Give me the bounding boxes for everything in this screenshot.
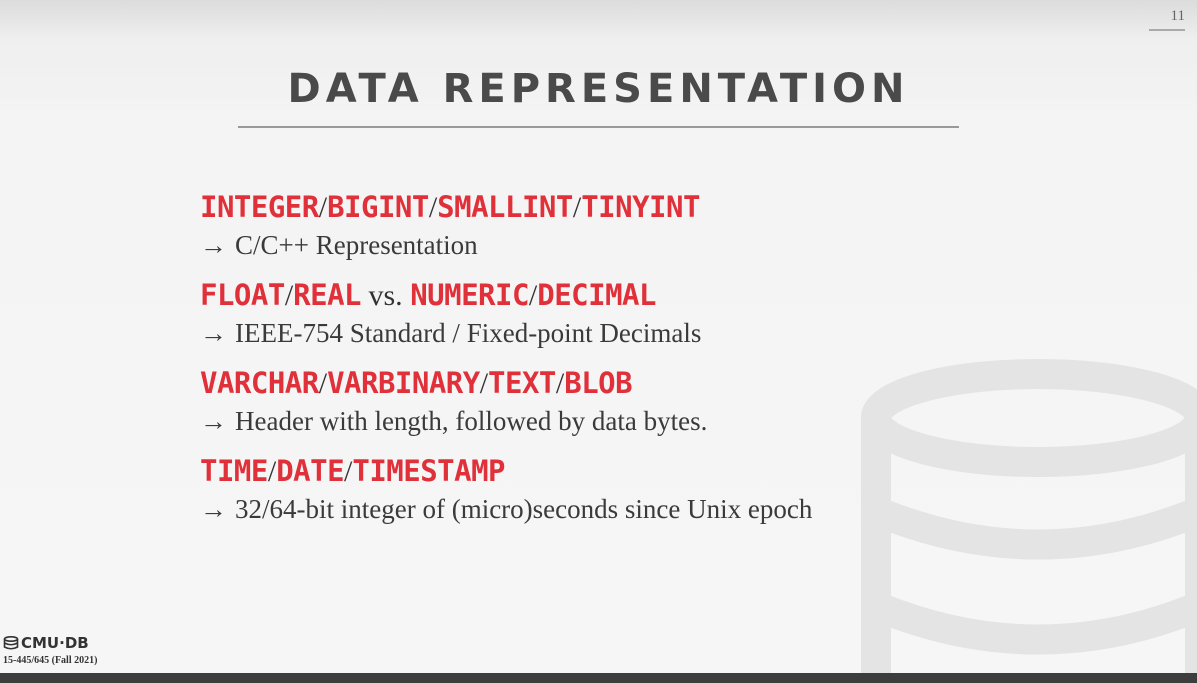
list-item-varchar-types: VARCHAR/VARBINARY/TEXT/BLOB → Header with… — [200, 364, 960, 439]
bottom-bar — [0, 673, 1197, 683]
connector-text: vs. — [361, 279, 410, 312]
type-tinyint: TINYINT — [581, 190, 700, 224]
slide: 11 DATA REPRESENTATION INTEGER/BIGINT/SM… — [0, 0, 1197, 683]
type-detail: → Header with length, followed by data by… — [200, 403, 960, 439]
detail-text: 32/64-bit integer of (micro)seconds sinc… — [235, 494, 813, 524]
list-item-time-types: TIME/DATE/TIMESTAMP → 32/64-bit integer o… — [200, 452, 960, 527]
detail-text: Header with length, followed by data byt… — [235, 406, 708, 436]
logo-line: CMU·DB — [3, 634, 97, 652]
type-blob: BLOB — [564, 366, 633, 400]
type-detail: → IEEE-754 Standard / Fixed-point Decimal… — [200, 315, 960, 351]
type-detail: → 32/64-bit integer of (micro)seconds sin… — [200, 491, 960, 527]
type-varchar: VARCHAR — [200, 366, 319, 400]
list-item-float-types: FLOAT/REAL vs. NUMERIC/DECIMAL → IEEE-754… — [200, 276, 960, 351]
list-item-integer-types: INTEGER/BIGINT/SMALLINT/TINYINT → C/C++ R… — [200, 188, 960, 263]
arrow-right-icon: → — [200, 230, 227, 260]
arrow-right-icon: → — [200, 494, 227, 524]
course-label: 15-445/645 (Fall 2021) — [3, 655, 98, 666]
separator: / — [428, 191, 438, 224]
type-timestamp: TIMESTAMP — [352, 454, 506, 488]
title-underline — [238, 126, 959, 128]
type-bigint: BIGINT — [327, 190, 429, 224]
type-date: DATE — [276, 454, 345, 488]
type-heading: TIME/DATE/TIMESTAMP — [200, 452, 960, 491]
type-heading: VARCHAR/VARBINARY/TEXT/BLOB — [200, 364, 960, 403]
connector-vs: vs. — [368, 279, 403, 312]
logo-text: CMU·DB — [21, 634, 89, 652]
content-list: INTEGER/BIGINT/SMALLINT/TINYINT → C/C++ R… — [200, 188, 960, 540]
arrow-right-icon: → — [200, 318, 227, 348]
type-numeric: NUMERIC — [410, 278, 529, 312]
separator: / — [572, 191, 582, 224]
slide-title: DATA REPRESENTATION — [287, 66, 910, 112]
type-time: TIME — [200, 454, 268, 488]
separator: / — [284, 279, 294, 312]
separator: / — [318, 191, 328, 224]
type-varbinary: VARBINARY — [327, 366, 480, 400]
separator: / — [528, 279, 538, 312]
type-float: FLOAT — [200, 278, 285, 312]
separator: / — [479, 367, 489, 400]
page-number: 11 — [1149, 8, 1185, 31]
type-integer: INTEGER — [200, 190, 319, 224]
database-icon — [3, 636, 19, 650]
type-text: TEXT — [488, 366, 556, 400]
cmu-db-logo: CMU·DB 15-445/645 (Fall 2021) — [3, 634, 97, 666]
type-decimal: DECIMAL — [537, 278, 656, 312]
separator: / — [267, 455, 277, 488]
separator: / — [318, 367, 328, 400]
type-detail: → C/C++ Representation — [200, 227, 960, 263]
arrow-right-icon: → — [200, 406, 227, 436]
detail-text: IEEE-754 Standard / Fixed-point Decimals — [235, 318, 702, 348]
type-smallint: SMALLINT — [437, 190, 573, 224]
type-heading: INTEGER/BIGINT/SMALLINT/TINYINT — [200, 188, 960, 227]
type-real: REAL — [293, 278, 361, 312]
detail-text: C/C++ Representation — [235, 230, 478, 260]
separator: / — [555, 367, 565, 400]
type-heading: FLOAT/REAL vs. NUMERIC/DECIMAL — [200, 276, 960, 315]
